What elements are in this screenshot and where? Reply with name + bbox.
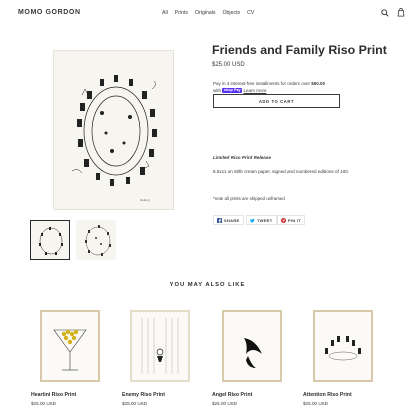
related-product-price-1: $25.00 USD [31,401,57,406]
product-thumbnail-1[interactable] [30,220,70,260]
installments-with: with [213,88,222,93]
share-facebook-button[interactable]: SHARE [213,215,244,225]
learn-more-link[interactable]: Learn more [243,88,266,93]
share-pinterest-label: PIN IT [288,217,302,223]
description-title: Limited Riso Print Release [213,155,271,160]
product-price: $25.00 USD [212,62,245,68]
related-product-name-4[interactable]: Attention Riso Print [303,392,352,398]
cart-icon[interactable] [397,8,405,17]
add-to-cart-button[interactable]: ADD TO CART [213,94,340,108]
main-nav: All Prints Originals Objects CV [162,10,254,16]
shop-pay-logo: shop Pay [222,88,243,94]
header-icons [381,8,405,17]
installments-amount: $50.00 [311,81,326,86]
pinterest-icon [281,217,286,223]
related-product-name-3[interactable]: Angel Riso Print [212,392,252,398]
share-twitter-label: TWEET [257,217,273,223]
product-thumbnail-2[interactable] [76,220,116,260]
search-icon[interactable] [381,8,389,17]
nav-item-objects[interactable]: Objects [223,10,241,16]
nav-item-cv[interactable]: CV [247,10,254,16]
related-product-image-1[interactable] [40,310,100,382]
facebook-icon [217,217,222,223]
related-product-price-3: $25.00 USD [212,401,238,406]
twitter-icon [250,218,255,222]
related-product-image-4[interactable] [313,310,373,382]
related-heading: YOU MAY ALSO LIKE [169,282,246,288]
svg-text:momo g: momo g [140,198,150,202]
store-logo[interactable]: MOMO GORDON [18,9,81,16]
product-main-image[interactable]: momo g [53,50,174,210]
installments-text: Pay in 4 interest-free installments for … [213,81,312,86]
description-note: *note all prints are shipped unframed [213,196,285,201]
share-pinterest-button[interactable]: PIN IT [277,215,306,225]
related-product-name-2[interactable]: Enemy Riso Print [122,392,165,398]
related-product-price-2: $25.00 USD [122,401,148,406]
share-twitter-button[interactable]: TWEET [246,215,277,225]
installments-message: Pay in 4 interest-free installments for … [213,80,343,94]
share-facebook-label: SHARE [224,217,240,223]
related-product-image-3[interactable] [222,310,282,382]
nav-item-all[interactable]: All [162,10,168,16]
related-product-name-1[interactable]: Heartini Riso Print [31,392,76,398]
product-title: Friends and Family Riso Print [212,43,387,57]
description-details: 8.5x11 on 60lb cream paper, signed and n… [213,169,350,174]
nav-item-originals[interactable]: Originals [195,10,215,16]
related-product-price-4: $25.00 USD [303,401,329,406]
nav-item-prints[interactable]: Prints [175,10,188,16]
related-product-image-2[interactable] [130,310,190,382]
